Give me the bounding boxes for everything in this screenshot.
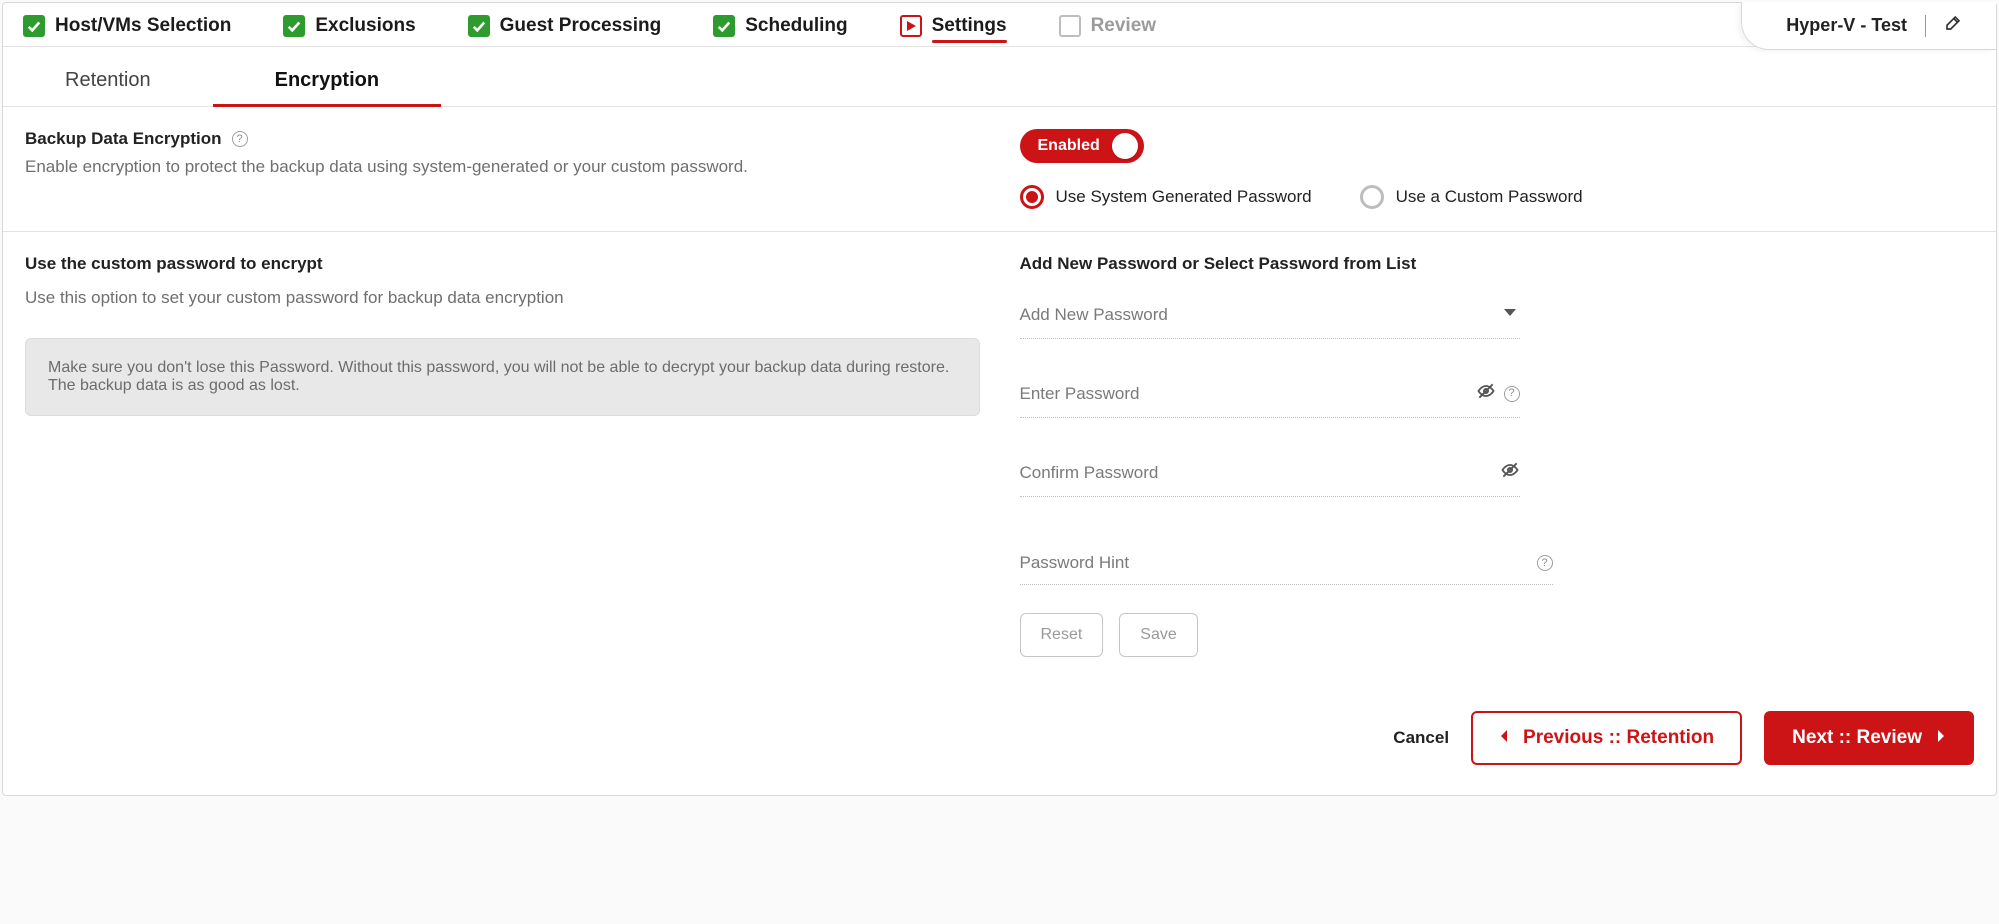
step-label: Scheduling xyxy=(745,16,847,35)
radio-icon xyxy=(1360,185,1384,209)
next-button-label: Next :: Review xyxy=(1792,727,1922,749)
page-title: Hyper-V - Test xyxy=(1786,15,1907,36)
custom-password-section: Use the custom password to encrypt Use t… xyxy=(3,232,1996,687)
password-select-field[interactable]: Add New Password xyxy=(1020,302,1520,339)
save-button[interactable]: Save xyxy=(1119,613,1197,657)
radio-custom-password[interactable]: Use a Custom Password xyxy=(1360,185,1583,209)
chevron-right-icon xyxy=(1936,727,1946,749)
toggle-label: Enabled xyxy=(1038,137,1100,155)
step-scheduling[interactable]: Scheduling xyxy=(713,15,847,37)
step-label: Review xyxy=(1091,16,1156,35)
help-icon[interactable]: ? xyxy=(232,131,248,147)
enter-password-field[interactable]: Enter Password ? xyxy=(1020,381,1520,418)
reset-button[interactable]: Reset xyxy=(1020,613,1104,657)
step-label: Guest Processing xyxy=(500,16,662,35)
toggle-knob xyxy=(1112,133,1138,159)
step-host-vms-selection[interactable]: Host/VMs Selection xyxy=(23,15,231,37)
chevron-down-icon xyxy=(1500,302,1520,327)
chevron-left-icon xyxy=(1499,727,1509,749)
help-icon[interactable]: ? xyxy=(1504,386,1520,402)
section-subtext: Use this option to set your custom passw… xyxy=(25,288,980,308)
step-exclusions[interactable]: Exclusions xyxy=(283,15,415,37)
eye-off-icon[interactable] xyxy=(1476,381,1496,406)
step-review[interactable]: Review xyxy=(1059,15,1156,37)
tab-retention[interactable]: Retention xyxy=(3,51,213,106)
encryption-toggle-section: Backup Data Encryption ? Enable encrypti… xyxy=(3,107,1996,232)
password-hint-field[interactable]: Password Hint ? xyxy=(1020,553,1553,585)
select-placeholder: Add New Password xyxy=(1020,305,1168,325)
play-icon xyxy=(900,15,922,37)
eye-off-icon[interactable] xyxy=(1500,460,1520,485)
previous-button-label: Previous :: Retention xyxy=(1523,727,1714,749)
step-guest-processing[interactable]: Guest Processing xyxy=(468,15,662,37)
field-label: Password Hint xyxy=(1020,553,1130,573)
radio-label: Use System Generated Password xyxy=(1056,187,1312,207)
check-icon xyxy=(23,15,45,37)
next-button[interactable]: Next :: Review xyxy=(1764,711,1974,765)
wizard-footer: Cancel Previous :: Retention Next :: Rev… xyxy=(3,687,1996,795)
confirm-password-field[interactable]: Confirm Password xyxy=(1020,460,1520,497)
field-label: Confirm Password xyxy=(1020,463,1159,483)
page-title-pill: Hyper-V - Test xyxy=(1741,2,1996,50)
radio-system-password[interactable]: Use System Generated Password xyxy=(1020,185,1312,209)
empty-checkbox-icon xyxy=(1059,15,1081,37)
step-settings[interactable]: Settings xyxy=(900,15,1007,37)
check-icon xyxy=(283,15,305,37)
wizard-step-bar: Host/VMs Selection Exclusions Guest Proc… xyxy=(3,3,1996,47)
subtab-bar: Retention Encryption xyxy=(3,47,1996,107)
check-icon xyxy=(713,15,735,37)
field-label: Enter Password xyxy=(1020,384,1140,404)
encryption-toggle[interactable]: Enabled xyxy=(1020,129,1144,163)
step-label: Exclusions xyxy=(315,16,415,35)
help-icon[interactable]: ? xyxy=(1537,555,1553,571)
previous-button[interactable]: Previous :: Retention xyxy=(1471,711,1742,765)
section-subtext: Enable encryption to protect the backup … xyxy=(25,157,980,177)
cancel-button[interactable]: Cancel xyxy=(1393,728,1449,748)
radio-icon xyxy=(1020,185,1044,209)
step-label: Host/VMs Selection xyxy=(55,16,231,35)
radio-label: Use a Custom Password xyxy=(1396,187,1583,207)
divider xyxy=(1925,15,1926,37)
section-heading: Use the custom password to encrypt xyxy=(25,254,980,274)
edit-icon[interactable] xyxy=(1944,14,1962,37)
step-label: Settings xyxy=(932,16,1007,35)
section-heading: Add New Password or Select Password from… xyxy=(1020,254,1975,274)
check-icon xyxy=(468,15,490,37)
warning-box: Make sure you don't lose this Password. … xyxy=(25,338,980,416)
section-heading: Backup Data Encryption xyxy=(25,129,222,149)
tab-encryption[interactable]: Encryption xyxy=(213,51,441,106)
